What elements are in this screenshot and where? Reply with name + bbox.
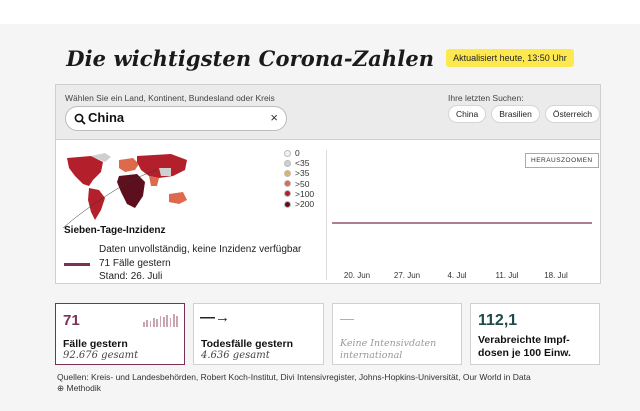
incidence-line-swatch [64,263,90,266]
legend-label: >50 [295,178,310,189]
vaccination-label: Verabreichte Impf-dosen je 100 Einw. [478,334,571,359]
search-icon [74,113,86,125]
cases-value: 71 [63,312,80,329]
title-row: Die wichtigsten Corona-Zahlen Aktualisie… [0,42,640,74]
page-title: Die wichtigsten Corona-Zahlen [66,45,435,71]
sources-text: Quellen: Kreis- und Landesbehörden, Robe… [57,372,531,382]
search-area: Wählen Sie ein Land, Kontinent, Bundesla… [56,85,601,140]
x-tick: 18. Jul [544,271,568,280]
icu-note: Keine Intensivdaten international [340,338,437,361]
map-south-america[interactable] [88,188,105,220]
legend-label: <35 [295,158,310,169]
legend-label: >200 [295,199,315,210]
cases-total: 92.676 gesamt [63,350,139,361]
close-icon[interactable]: × [270,111,278,124]
icu-card: — Keine Intensivdaten international [332,303,462,365]
world-map[interactable] [61,150,281,230]
legend-label: 0 [295,148,300,159]
methodik-link[interactable]: ⊕ Methodik [57,383,101,394]
map-europe[interactable] [119,158,139,172]
legend-dot [284,190,291,198]
x-tick: 27. Jun [394,271,420,280]
x-tick: 20. Jun [344,271,370,280]
x-tick: 11. Jul [496,271,519,280]
incidence-note: Daten unvollständig, keine Inzidenz verf… [99,244,302,255]
top-strip [0,0,640,24]
cases-card[interactable]: 71 Fälle gestern 92.676 gesamt [55,303,185,365]
vaccination-value: 112,1 [478,312,518,329]
recent-searches-label: Ihre letzten Suchen: [448,93,524,103]
search-hint: Wählen Sie ein Land, Kontinent, Bundesla… [65,93,275,103]
recent-searches: China Brasilien Österreich [448,105,601,123]
recent-chip-oesterreich[interactable]: Österreich [544,105,601,123]
updated-badge: Aktualisiert heute, 13:50 Uhr [446,49,574,67]
cases-sparkline [143,313,178,327]
map-leader-line [62,169,158,229]
deaths-label: Todesfälle gestern [201,338,293,350]
legend-label: >35 [295,168,310,179]
incidence-info: Daten unvollständig, keine Inzidenz verf… [99,243,301,284]
legend-dot [284,149,291,157]
zoom-out-button[interactable]: HERAUSZOOMEN [525,153,599,168]
deaths-total: 4.636 gesamt [201,350,270,361]
incidence-chart[interactable]: 20. Jun 27. Jun 4. Jul 11. Jul 18. Jul [327,170,597,285]
incidence-title: Sieben-Tage-Inzidenz [64,225,166,236]
map-north-america[interactable] [67,156,103,186]
map-africa[interactable] [117,174,145,208]
corona-panel: Wählen Sie ein Land, Kontinent, Bundesla… [55,84,601,284]
legend-dot [284,159,291,167]
trend-arrow-icon: —→ [200,309,230,326]
incidence-date: Stand: 26. Juli [99,271,163,282]
recent-chip-brasilien[interactable]: Brasilien [491,105,540,123]
cases-label: Fälle gestern [63,338,128,350]
map-australia[interactable] [169,192,187,204]
search-value[interactable]: China [88,110,124,125]
x-tick: 4. Jul [447,271,466,280]
icu-dash: — [340,310,354,326]
recent-chip-china[interactable]: China [448,105,487,123]
search-input[interactable]: China × [65,106,287,131]
deaths-card[interactable]: —→ Todesfälle gestern 4.636 gesamt [193,303,324,365]
map-china[interactable] [159,168,171,176]
legend-dot [284,200,291,208]
legend-dot [284,169,291,177]
vaccination-card[interactable]: 112,1 Verabreichte Impf-dosen je 100 Ein… [470,303,600,365]
legend-dot [284,180,291,188]
incidence-cases: 71 Fälle gestern [99,257,171,269]
legend-label: >100 [295,188,315,199]
